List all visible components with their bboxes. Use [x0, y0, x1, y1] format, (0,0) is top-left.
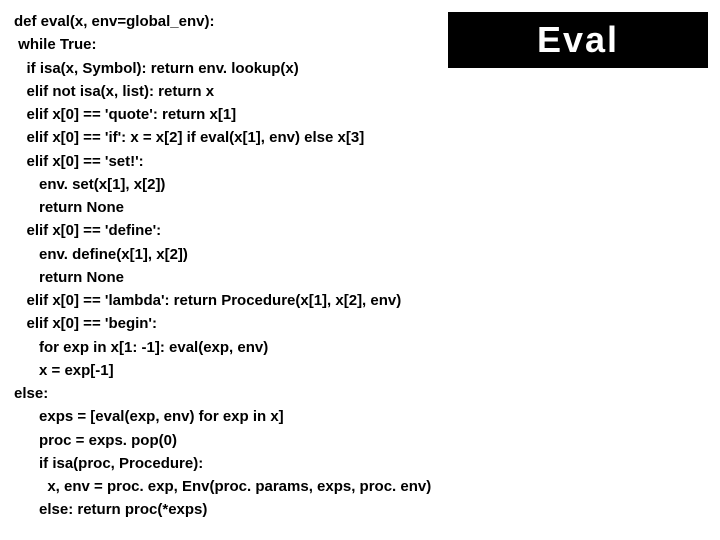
- code-line: while True:: [14, 36, 97, 53]
- code-line: def eval(x, env=global_env):: [14, 13, 215, 30]
- code-line: if isa(x, Symbol): return env. lookup(x): [14, 60, 299, 77]
- code-line: x = exp[-1]: [14, 362, 114, 379]
- code-line: proc = exps. pop(0): [14, 432, 177, 449]
- code-line: return None: [14, 269, 124, 286]
- code-line: for exp in x[1: -1]: eval(exp, env): [14, 339, 268, 356]
- code-line: elif not isa(x, list): return x: [14, 83, 214, 100]
- code-line: env. define(x[1], x[2]): [14, 246, 188, 263]
- slide-title-box: Eval: [448, 12, 708, 68]
- code-line: elif x[0] == 'lambda': return Procedure(…: [14, 292, 401, 309]
- code-block: def eval(x, env=global_env): while True:…: [14, 10, 431, 522]
- code-line: env. set(x[1], x[2]): [14, 176, 165, 193]
- code-line: x, env = proc. exp, Env(proc. params, ex…: [14, 478, 431, 495]
- code-line: elif x[0] == 'if': x = x[2] if eval(x[1]…: [14, 129, 364, 146]
- code-line: elif x[0] == 'set!':: [14, 153, 144, 170]
- code-line: elif x[0] == 'begin':: [14, 315, 157, 332]
- slide-title: Eval: [537, 19, 619, 61]
- code-line: else: return proc(*exps): [14, 501, 207, 518]
- code-line: elif x[0] == 'quote': return x[1]: [14, 106, 236, 123]
- code-line: if isa(proc, Procedure):: [14, 455, 203, 472]
- code-line: exps = [eval(exp, env) for exp in x]: [14, 408, 284, 425]
- code-line: elif x[0] == 'define':: [14, 222, 161, 239]
- code-line: return None: [14, 199, 124, 216]
- code-line: else:: [14, 385, 48, 402]
